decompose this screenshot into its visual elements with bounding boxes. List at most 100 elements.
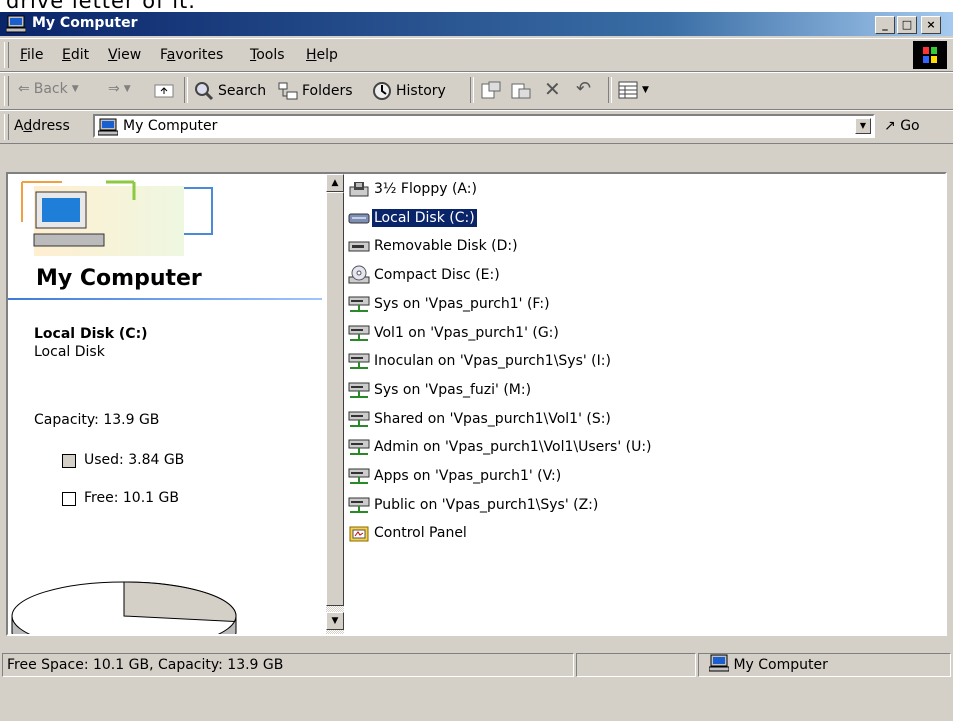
drive-item[interactable]: Local Disk (C:) (348, 207, 478, 229)
drive-item-label: Public on 'Vpas_purch1\Sys' (Z:) (374, 496, 599, 513)
my-computer-icon (98, 118, 118, 136)
content-area: My Computer Local Disk (C:) Local Disk C… (6, 172, 947, 636)
drive-item[interactable]: Public on 'Vpas_purch1\Sys' (Z:) (348, 494, 600, 516)
address-label: Address (14, 118, 70, 134)
network-drive-icon (348, 380, 370, 400)
views-button[interactable]: ▼ (618, 81, 649, 99)
search-button[interactable]: Search (194, 81, 266, 101)
hard-disk-icon (348, 208, 370, 228)
history-button[interactable]: History (372, 81, 446, 101)
status-zone: My Computer (698, 653, 951, 677)
drive-item[interactable]: Apps on 'Vpas_purch1' (V:) (348, 465, 563, 487)
control-panel-icon (348, 523, 370, 543)
drive-item[interactable]: Removable Disk (D:) (348, 235, 520, 257)
network-drive-icon (348, 466, 370, 486)
network-drive-icon (348, 323, 370, 343)
address-bar: Address My Computer ▼ ↗ Go (0, 110, 953, 144)
folders-button[interactable]: Folders (278, 81, 353, 101)
back-dropdown-icon: ▼ (71, 84, 79, 94)
folders-icon (278, 82, 298, 100)
drive-item[interactable]: Vol1 on 'Vpas_purch1' (G:) (348, 322, 561, 344)
title-bar[interactable]: My Computer _ □ × (0, 12, 953, 36)
close-button[interactable]: × (921, 16, 941, 34)
drive-item[interactable]: Inoculan on 'Vpas_purch1\Sys' (I:) (348, 350, 613, 372)
drive-item-label: Vol1 on 'Vpas_purch1' (G:) (374, 324, 559, 341)
scroll-up-button[interactable]: ▲ (326, 174, 344, 192)
menu-file[interactable]: File (20, 47, 43, 63)
top-caption-text: drive letter of it. (6, 0, 196, 12)
address-input[interactable]: My Computer ▼ (93, 114, 875, 138)
drive-item-label: Shared on 'Vpas_purch1\Vol1' (S:) (374, 410, 611, 427)
windows-logo-icon (913, 41, 947, 69)
explorer-window: My Computer _ □ × File Edit View Favorit… (0, 12, 953, 721)
undo-button[interactable]: ↶ (576, 78, 591, 99)
move-to-button[interactable] (480, 81, 502, 101)
cd-drive-icon (348, 265, 370, 285)
network-drive-icon (348, 351, 370, 371)
top-caption: drive letter of it. (0, 0, 953, 12)
toolbar-separator-2 (470, 77, 474, 103)
drive-item[interactable]: Admin on 'Vpas_purch1\Vol1\Users' (U:) (348, 436, 654, 458)
history-icon (373, 82, 391, 100)
copy-to-button[interactable] (510, 81, 532, 101)
drive-item-label: Local Disk (C:) (371, 207, 478, 228)
network-drive-icon (348, 437, 370, 457)
toolbar-separator-3 (608, 77, 612, 103)
menu-bar: File Edit View Favorites Tools Help (0, 38, 953, 72)
go-button[interactable]: ↗ Go (884, 118, 920, 134)
forward-button[interactable]: ⇒ ▼ (108, 81, 131, 97)
network-drive-icon (348, 294, 370, 314)
undo-icon: ↶ (576, 78, 592, 99)
forward-arrow-icon: ⇒ (108, 81, 120, 97)
menu-grip[interactable] (4, 42, 9, 68)
up-folder-icon (154, 84, 174, 98)
standard-toolbar: ⇐Back▼ ⇒▼ Search Folders History ✕ ↶ (0, 72, 953, 110)
scroll-down-button[interactable]: ▼ (326, 612, 344, 630)
address-dropdown-button[interactable]: ▼ (855, 118, 871, 134)
address-grip[interactable] (4, 114, 9, 140)
menu-view[interactable]: View (108, 47, 141, 63)
drive-item[interactable]: Shared on 'Vpas_purch1\Vol1' (S:) (348, 408, 613, 430)
back-button[interactable]: ⇐ Back ▼ (18, 81, 79, 97)
delete-button[interactable]: ✕ (544, 77, 561, 101)
up-folder-button[interactable] (154, 81, 174, 99)
floppy-drive-icon (348, 179, 370, 199)
drive-item-label: Control Panel (374, 525, 467, 542)
network-drive-icon (348, 495, 370, 515)
menu-edit[interactable]: Edit (62, 47, 89, 63)
free-text: Free: 10.1 GB (84, 490, 179, 506)
drive-item-label: 3½ Floppy (A:) (374, 181, 477, 197)
drive-list: 3½ Floppy (A:) Local Disk (C:) Removable D… (348, 174, 945, 634)
toolbar-grip[interactable] (4, 76, 9, 106)
delete-icon: ✕ (544, 77, 561, 101)
move-to-icon (481, 81, 501, 99)
scroll-thumb[interactable] (326, 192, 344, 606)
views-dropdown-icon: ▼ (642, 85, 649, 95)
left-pane-scrollbar[interactable]: ▲ ▼ (326, 174, 344, 634)
drive-item[interactable]: Sys on 'Vpas_fuzi' (M:) (348, 379, 533, 401)
minimize-button[interactable]: _ (875, 16, 895, 34)
menu-favorites[interactable]: Favorites (160, 47, 223, 63)
views-icon (618, 81, 638, 99)
menu-help[interactable]: Help (306, 47, 338, 63)
maximize-button[interactable]: □ (897, 16, 917, 34)
drive-item-label: Removable Disk (D:) (374, 238, 518, 255)
toolbar-separator (184, 77, 188, 103)
drive-item[interactable]: 3½ Floppy (A:) (348, 178, 479, 200)
used-text: Used: 3.84 GB (84, 452, 185, 468)
status-bar: Free Space: 10.1 GB, Capacity: 13.9 GB M… (0, 653, 953, 677)
status-empty-cell (576, 653, 696, 677)
window-title: My Computer (32, 15, 138, 31)
drive-item[interactable]: Control Panel (348, 522, 469, 544)
menu-tools[interactable]: Tools (250, 47, 285, 63)
copy-to-icon (511, 83, 531, 99)
network-drive-icon (348, 409, 370, 429)
free-legend-swatch (62, 492, 76, 506)
drive-item[interactable]: Compact Disc (E:) (348, 264, 502, 286)
drive-item-label: Apps on 'Vpas_purch1' (V:) (374, 468, 562, 484)
disk-usage-pie (11, 581, 237, 634)
drive-item-label: Sys on 'Vpas_fuzi' (M:) (374, 381, 532, 398)
forward-dropdown-icon: ▼ (123, 84, 131, 94)
pie-used-slice (123, 581, 237, 623)
drive-item[interactable]: Sys on 'Vpas_purch1' (F:) (348, 293, 552, 315)
